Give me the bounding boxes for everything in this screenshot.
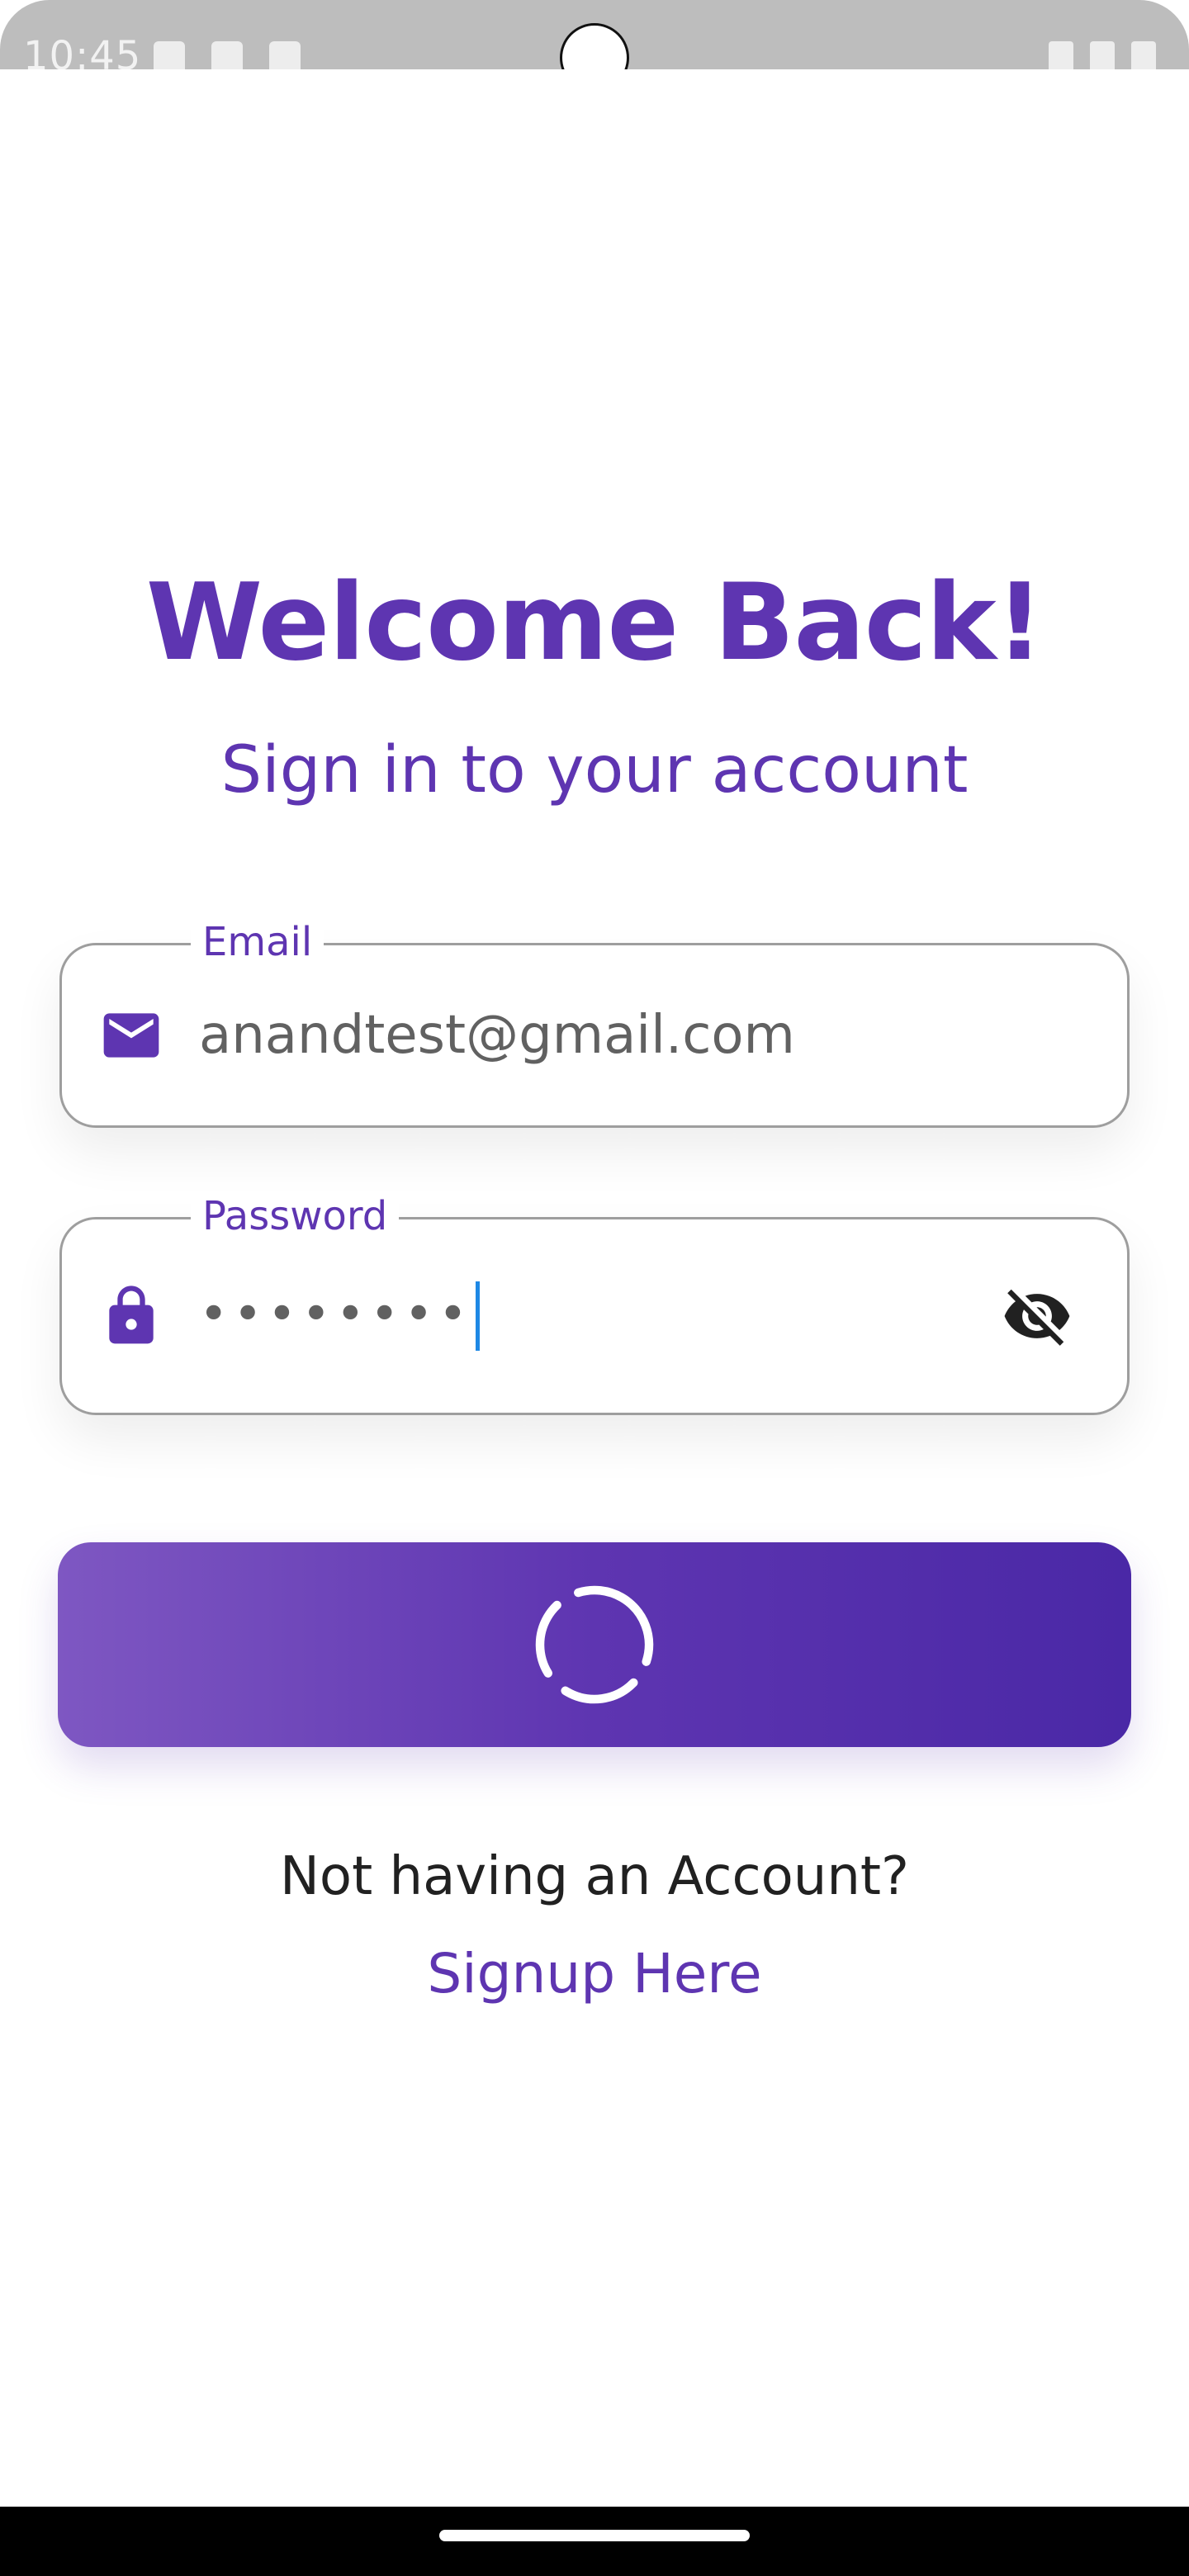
status-bar: 10:45 xyxy=(0,0,1189,69)
password-input[interactable]: •••••••• xyxy=(199,1281,481,1351)
system-icons xyxy=(1049,41,1156,69)
signal-icon xyxy=(1090,41,1115,69)
battery-icon xyxy=(1131,41,1156,69)
email-input[interactable]: anandtest@gmail.com xyxy=(199,1005,795,1066)
no-account-text: Not having an Account? xyxy=(280,1846,909,1907)
signup-link[interactable]: Signup Here xyxy=(0,1942,1189,2005)
login-button[interactable] xyxy=(58,1542,1131,1747)
email-field[interactable]: Email anandtest@gmail.com xyxy=(59,917,1130,1128)
password-label: Password xyxy=(191,1191,400,1241)
camera-cutout xyxy=(560,23,629,69)
sd-card-icon xyxy=(211,41,243,69)
text-caret xyxy=(476,1281,481,1351)
eye-off-icon[interactable] xyxy=(1002,1281,1073,1352)
lock-icon xyxy=(109,1286,154,1344)
password-field[interactable]: Password •••••••• xyxy=(59,1191,1130,1415)
password-masked-value: •••••••• xyxy=(199,1285,473,1343)
navigation-bar xyxy=(0,2507,1189,2576)
status-time: 10:45 xyxy=(23,33,142,69)
home-indicator[interactable] xyxy=(439,2530,750,2541)
page-subtitle: Sign in to your account xyxy=(220,733,969,807)
play-store-icon xyxy=(154,41,185,69)
notification-icons xyxy=(154,41,301,69)
font-a-icon xyxy=(269,41,301,69)
login-screen: 10:45 Welcome Back! Sign in to your acco… xyxy=(0,0,1189,2576)
wifi-icon xyxy=(1049,41,1073,69)
email-label: Email xyxy=(191,917,324,967)
page-title: Welcome Back! xyxy=(145,561,1044,684)
mail-icon xyxy=(103,1013,159,1058)
spinner-icon xyxy=(535,1585,654,1704)
